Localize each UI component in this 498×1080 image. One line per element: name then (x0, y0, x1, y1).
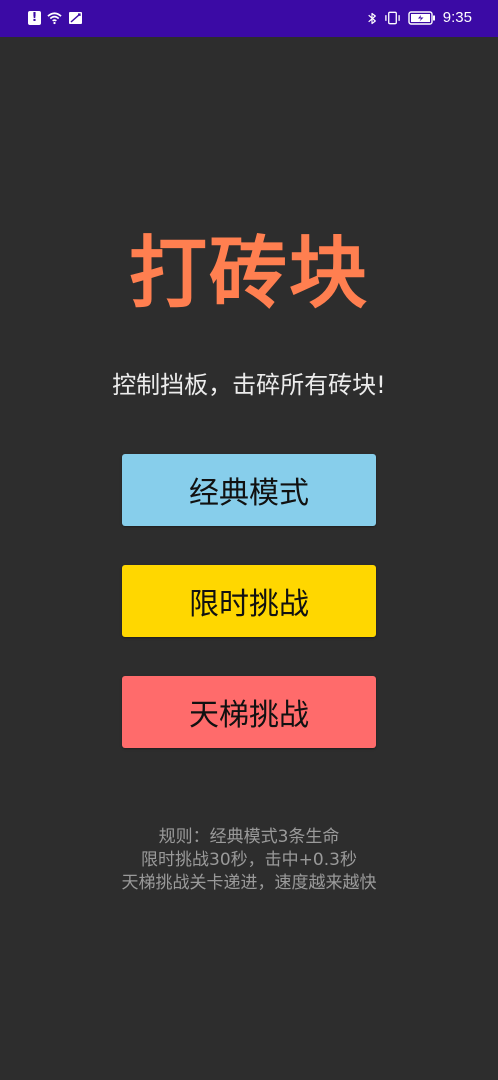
game-subtitle: 控制挡板，击碎所有砖块! (112, 371, 386, 399)
bluetooth-icon (368, 12, 376, 24)
timed-challenge-button[interactable]: 限时挑战 (122, 565, 376, 637)
rules-line-classic: 规则：经典模式3条生命 (158, 827, 340, 847)
signal-off-icon (69, 12, 82, 24)
battery-charging-icon (408, 11, 435, 25)
status-bar: 9:35 (0, 0, 498, 37)
rules-line-ladder: 天梯挑战关卡递进，速度越来越快 (121, 873, 377, 893)
clock-time: 9:35 (442, 9, 472, 26)
rules-line-timed: 限时挑战30秒，击中+0.3秒 (141, 850, 357, 870)
classic-mode-button[interactable]: 经典模式 (122, 454, 376, 526)
alert-icon (28, 10, 41, 25)
wifi-icon (47, 12, 62, 25)
rules-text: 规则：经典模式3条生命 限时挑战30秒，击中+0.3秒 天梯挑战关卡递进，速度越… (0, 826, 498, 895)
status-right-icons: 9:35 (367, 9, 472, 27)
status-left-icons (28, 10, 83, 26)
ladder-challenge-button[interactable]: 天梯挑战 (122, 676, 376, 748)
game-title: 打砖块 (128, 229, 369, 319)
vibrate-icon (385, 11, 400, 25)
